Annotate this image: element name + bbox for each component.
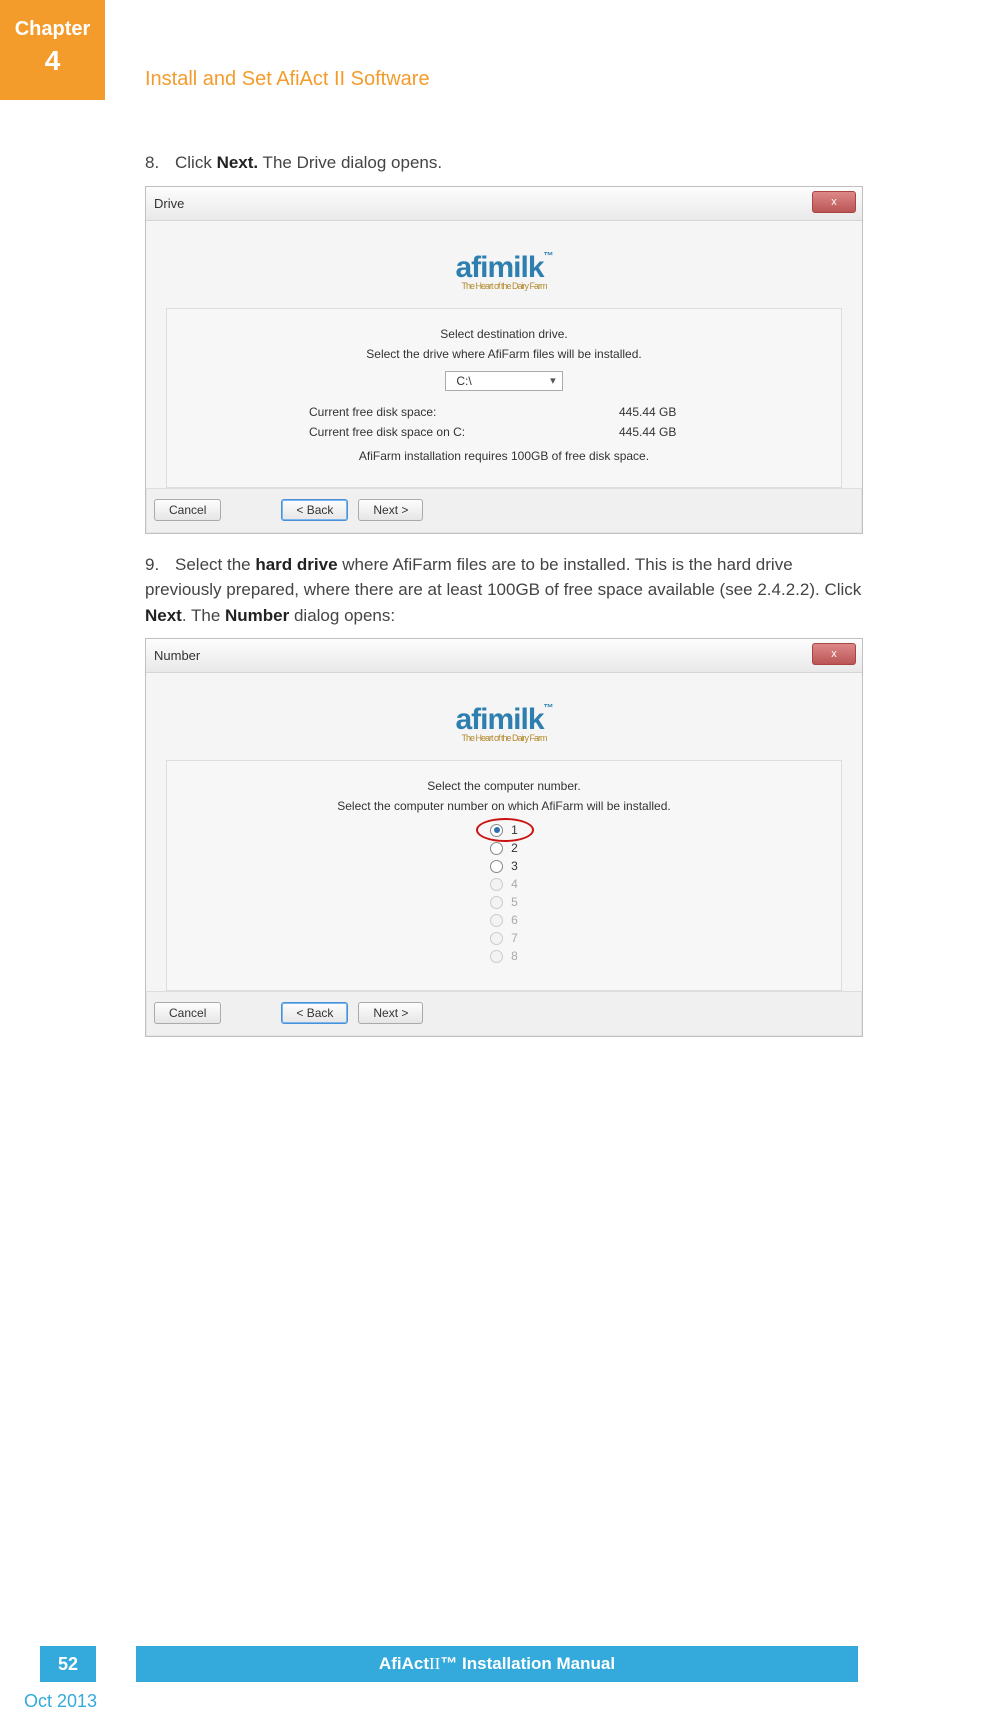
free-space-value: 445.44 GB bbox=[619, 405, 699, 419]
dialog-title: Drive bbox=[154, 196, 184, 211]
chapter-label: Chapter bbox=[0, 18, 105, 41]
step-bold: Next. bbox=[217, 153, 259, 172]
panel-heading: Select the computer number. bbox=[181, 779, 827, 793]
dialog-button-bar: Cancel < Back Next > bbox=[146, 991, 862, 1036]
footer-title-pre: AfiAct bbox=[379, 1654, 429, 1674]
radio-label: 3 bbox=[511, 859, 518, 873]
drive-panel: Select destination drive. Select the dri… bbox=[166, 308, 842, 488]
free-space-c-row: Current free disk space on C: 445.44 GB bbox=[181, 425, 827, 439]
radio-option-5: 5 bbox=[490, 893, 518, 911]
radio-option-6: 6 bbox=[490, 911, 518, 929]
dialog-titlebar: Drive x bbox=[146, 187, 862, 221]
step-number: 9. bbox=[145, 552, 175, 578]
radio-icon bbox=[490, 878, 503, 891]
drive-select[interactable]: C:\ bbox=[445, 371, 562, 391]
logo-tm: ™ bbox=[544, 251, 553, 262]
step-text: . The bbox=[182, 606, 225, 625]
step-text: The Drive dialog opens. bbox=[258, 153, 442, 172]
step-9: 9.Select the hard drive where AfiFarm fi… bbox=[145, 552, 865, 629]
step-bold: Number bbox=[225, 606, 289, 625]
close-icon: x bbox=[831, 196, 837, 208]
close-button[interactable]: x bbox=[812, 191, 856, 213]
dialog-title: Number bbox=[154, 648, 200, 663]
footer-title: AfiAct II ™ Installation Manual bbox=[136, 1646, 858, 1682]
logo-wrap: afimilk™ The Heart of the Dairy Farm bbox=[166, 231, 842, 308]
close-icon: x bbox=[831, 648, 837, 660]
radio-icon bbox=[490, 950, 503, 963]
computer-number-radios: 1 2 3 4 5 6 7 8 bbox=[490, 821, 518, 965]
radio-label: 2 bbox=[511, 841, 518, 855]
chapter-tab: Chapter 4 bbox=[0, 0, 105, 100]
radio-icon bbox=[490, 824, 503, 837]
footer-title-ii: II bbox=[429, 1654, 440, 1674]
next-button[interactable]: Next > bbox=[358, 1002, 423, 1024]
step-text: Click bbox=[175, 153, 217, 172]
section-title: Install and Set AfiAct II Software bbox=[145, 68, 430, 91]
radio-icon bbox=[490, 860, 503, 873]
radio-option-1[interactable]: 1 bbox=[490, 821, 518, 839]
afimilk-logo: afimilk™ The Heart of the Dairy Farm bbox=[455, 703, 552, 743]
radio-label: 4 bbox=[511, 877, 518, 891]
dialog-body: afimilk™ The Heart of the Dairy Farm Sel… bbox=[146, 673, 862, 991]
footer-bar: 52 AfiAct II ™ Installation Manual bbox=[0, 1646, 1008, 1682]
dialog-button-bar: Cancel < Back Next > bbox=[146, 488, 862, 533]
space-requirement: AfiFarm installation requires 100GB of f… bbox=[181, 449, 827, 463]
logo-wrap: afimilk™ The Heart of the Dairy Farm bbox=[166, 683, 842, 760]
step-8: 8.Click Next. The Drive dialog opens. bbox=[145, 150, 865, 176]
radio-label: 1 bbox=[511, 823, 518, 837]
back-button[interactable]: < Back bbox=[281, 1002, 348, 1024]
step-text: Select the bbox=[175, 555, 255, 574]
afimilk-logo: afimilk™ The Heart of the Dairy Farm bbox=[455, 251, 552, 291]
radio-label: 8 bbox=[511, 949, 518, 963]
free-space-row: Current free disk space: 445.44 GB bbox=[181, 405, 827, 419]
footer-title-post: ™ Installation Manual bbox=[440, 1654, 615, 1674]
radio-option-8: 8 bbox=[490, 947, 518, 965]
radio-icon bbox=[490, 914, 503, 927]
free-space-c-label: Current free disk space on C: bbox=[309, 425, 509, 439]
radio-label: 5 bbox=[511, 895, 518, 909]
radio-label: 7 bbox=[511, 931, 518, 945]
radio-icon bbox=[490, 842, 503, 855]
close-button[interactable]: x bbox=[812, 643, 856, 665]
back-button[interactable]: < Back bbox=[281, 499, 348, 521]
free-space-c-value: 445.44 GB bbox=[619, 425, 699, 439]
number-panel: Select the computer number. Select the c… bbox=[166, 760, 842, 991]
panel-heading: Select destination drive. bbox=[181, 327, 827, 341]
radio-label: 6 bbox=[511, 913, 518, 927]
radio-option-7: 7 bbox=[490, 929, 518, 947]
free-space-label: Current free disk space: bbox=[309, 405, 509, 419]
radio-icon bbox=[490, 896, 503, 909]
footer-date: Oct 2013 bbox=[24, 1691, 97, 1712]
radio-option-4: 4 bbox=[490, 875, 518, 893]
radio-icon bbox=[490, 932, 503, 945]
chapter-number: 4 bbox=[0, 45, 105, 77]
number-dialog: Number x afimilk™ The Heart of the Dairy… bbox=[145, 638, 863, 1037]
logo-tagline: The Heart of the Dairy Farm bbox=[455, 733, 552, 743]
logo-tm: ™ bbox=[544, 703, 553, 714]
step-bold: Next bbox=[145, 606, 182, 625]
logo-text: afimilk bbox=[455, 703, 543, 736]
drive-dialog: Drive x afimilk™ The Heart of the Dairy … bbox=[145, 186, 863, 534]
dialog-titlebar: Number x bbox=[146, 639, 862, 673]
dialog-body: afimilk™ The Heart of the Dairy Farm Sel… bbox=[146, 221, 862, 488]
radio-option-3[interactable]: 3 bbox=[490, 857, 518, 875]
page-content: 8.Click Next. The Drive dialog opens. Dr… bbox=[145, 150, 865, 1055]
step-text: dialog opens: bbox=[289, 606, 395, 625]
cancel-button[interactable]: Cancel bbox=[154, 1002, 221, 1024]
page-number: 52 bbox=[40, 1646, 96, 1682]
step-bold: hard drive bbox=[255, 555, 337, 574]
panel-subheading: Select the drive where AfiFarm files wil… bbox=[181, 347, 827, 361]
step-number: 8. bbox=[145, 150, 175, 176]
next-button[interactable]: Next > bbox=[358, 499, 423, 521]
cancel-button[interactable]: Cancel bbox=[154, 499, 221, 521]
logo-tagline: The Heart of the Dairy Farm bbox=[455, 281, 552, 291]
panel-subheading: Select the computer number on which AfiF… bbox=[181, 799, 827, 813]
logo-text: afimilk bbox=[455, 251, 543, 284]
